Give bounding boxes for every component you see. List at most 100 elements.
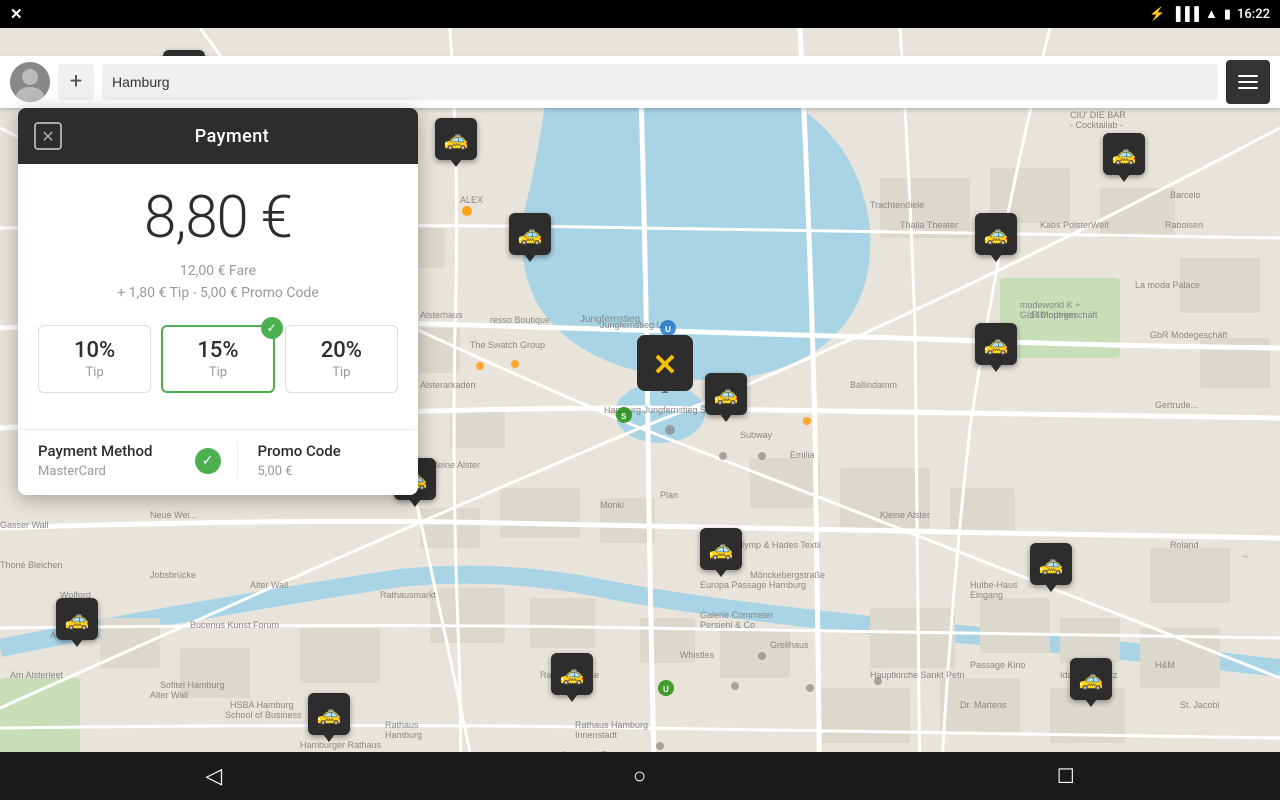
svg-text:Rathaus: Rathaus [385, 720, 419, 730]
promo-code-col[interactable]: Promo Code 5,00 € [258, 442, 399, 479]
svg-text:La moda Palace: La moda Palace [1135, 280, 1200, 290]
destination-input[interactable] [102, 64, 1218, 100]
svg-text:Alter Wall: Alter Wall [150, 690, 188, 700]
bluetooth-icon: ⚡ [1149, 7, 1165, 22]
svg-text:School of Business: School of Business [225, 710, 302, 720]
svg-text:Monki: Monki [600, 500, 624, 510]
svg-text:Innenstadt: Innenstadt [575, 730, 618, 740]
tip-row: 10% Tip 15% Tip ✓ 20% Tip [38, 325, 398, 393]
svg-text:Hulbe-Haus: Hulbe-Haus [970, 580, 1018, 590]
svg-text:S: S [621, 412, 627, 421]
svg-text:Jobsbrücke: Jobsbrücke [150, 570, 196, 580]
svg-text:Eingang: Eingang [970, 590, 1003, 600]
svg-text:HSBA Hamburg: HSBA Hamburg [230, 700, 294, 710]
svg-text:Thalia Theater: Thalia Theater [900, 220, 958, 230]
svg-text:U: U [663, 685, 669, 694]
svg-text:Kleine Alster: Kleine Alster [880, 510, 930, 520]
tip-20-button[interactable]: 20% Tip [285, 325, 398, 393]
close-button[interactable]: ✕ [34, 122, 62, 150]
svg-text:Hamburger Rathaus: Hamburger Rathaus [300, 740, 382, 750]
taxi-icon: 🚕 [1070, 658, 1112, 700]
menu-line [1238, 81, 1258, 83]
payment-method-col[interactable]: Payment Method MasterCard [38, 442, 179, 479]
svg-text:Alsterarkaden: Alsterarkaden [420, 380, 476, 390]
tip-20-wrapper: 20% Tip [285, 325, 398, 393]
close-app-icon[interactable]: ✕ [10, 5, 23, 23]
svg-text:Thoné Bleichen: Thoné Bleichen [0, 560, 63, 570]
payment-method-value: MasterCard [38, 464, 179, 479]
top-bar: + [0, 56, 1280, 108]
svg-text:Plan: Plan [660, 490, 678, 500]
menu-line [1238, 87, 1258, 89]
svg-text:The Swatch Group: The Swatch Group [470, 340, 545, 350]
back-button[interactable]: ◁ [205, 764, 222, 789]
recents-button[interactable]: ☐ [1057, 764, 1075, 788]
menu-line [1238, 75, 1258, 77]
svg-text:Passage Kino: Passage Kino [970, 660, 1026, 670]
fare-breakdown: 12,00 € Fare + 1,80 € Tip - 5,00 € Promo… [38, 260, 398, 305]
svg-text:Persiehl & Co: Persiehl & Co [700, 620, 755, 630]
taxi-icon: 🚕 [1103, 133, 1145, 175]
signal-icon: ▐▐▐ [1171, 6, 1199, 22]
svg-text:Ballindamm: Ballindamm [850, 380, 897, 390]
svg-text:St. Jacobi: St. Jacobi [1180, 700, 1220, 710]
time-display: 16:22 [1237, 7, 1270, 22]
svg-text:CIU' DIE BAR: CIU' DIE BAR [1070, 110, 1126, 120]
svg-text:→: → [1240, 550, 1249, 560]
svg-text:Mönckebergstraße: Mönckebergstraße [750, 570, 825, 580]
fare-amount: 8,80 € [38, 184, 398, 252]
taxi-icon: 🚕 [700, 528, 742, 570]
svg-text:GbR Modegeschäft: GbR Modegeschäft [1020, 310, 1098, 320]
taxi-icon: 🚕 [551, 653, 593, 695]
svg-text:Roland: Roland [1170, 540, 1199, 550]
tip-20-percent: 20% [321, 338, 362, 363]
tip-10-percent: 10% [74, 338, 115, 363]
svg-text:Jungfernstieg U: Jungfernstieg U [600, 320, 663, 330]
svg-text:Hauptkirche Sankt Petri: Hauptkirche Sankt Petri [870, 670, 965, 680]
tip-10-button[interactable]: 10% Tip [38, 325, 151, 393]
breakdown-label: + 1,80 € Tip - 5,00 € Promo Code [38, 282, 398, 304]
status-bar: ✕ ⚡ ▐▐▐ ▲ ▮ 16:22 [0, 0, 1280, 28]
taxi-icon: 🚕 [308, 693, 350, 735]
payment-footer: Payment Method MasterCard ✓ Promo Code 5… [18, 429, 418, 495]
taxi-icon: 🚕 [435, 118, 477, 160]
check-icon: ✓ [195, 448, 221, 474]
payment-panel: ✕ Payment 8,80 € 12,00 € Fare + 1,80 € T… [18, 108, 418, 495]
svg-text:Rathaus Hamburg: Rathaus Hamburg [575, 720, 648, 730]
tip-15-percent: 15% [197, 338, 238, 363]
svg-text:GbR Modegeschäft: GbR Modegeschäft [1150, 330, 1228, 340]
payment-method-check: ✓ [195, 442, 221, 479]
svg-text:H&M: H&M [1155, 660, 1175, 670]
divider [237, 442, 238, 479]
svg-text:Kleine Alster: Kleine Alster [430, 460, 480, 470]
svg-text:Europa Passage Hamburg: Europa Passage Hamburg [700, 580, 806, 590]
plus-icon: + [70, 71, 82, 93]
tip-15-button[interactable]: 15% Tip [161, 325, 274, 393]
nav-bar: ◁ ○ ☐ [0, 752, 1280, 800]
svg-text:Raboisen: Raboisen [1165, 220, 1203, 230]
add-stop-button[interactable]: + [58, 64, 94, 100]
payment-title: Payment [62, 126, 402, 147]
menu-button[interactable] [1226, 60, 1270, 104]
svg-text:modeworld K +: modeworld K + [1020, 300, 1080, 310]
svg-text:Subway: Subway [740, 430, 773, 440]
tip-15-label: Tip [209, 365, 227, 380]
svg-text:Emilia: Emilia [790, 450, 815, 460]
taxi-icon: 🚕 [56, 598, 98, 640]
svg-text:✕: ✕ [652, 349, 677, 382]
close-icon: ✕ [41, 127, 54, 146]
taxi-icon: 🚕 [975, 213, 1017, 255]
payment-body: 8,80 € 12,00 € Fare + 1,80 € Tip - 5,00 … [18, 164, 418, 429]
center-marker: ✕ [635, 333, 695, 393]
tip-selected-check: ✓ [261, 317, 283, 339]
promo-code-value: 5,00 € [258, 464, 399, 479]
tip-10-label: Tip [86, 365, 104, 380]
svg-text:- Cocktailab -: - Cocktailab - [1070, 120, 1123, 130]
promo-code-label: Promo Code [258, 442, 399, 460]
svg-text:Kabs PolsterWelt: Kabs PolsterWelt [1040, 220, 1109, 230]
svg-text:Dr. Martens: Dr. Martens [960, 700, 1007, 710]
svg-text:Sofitel Hamburg: Sofitel Hamburg [160, 680, 225, 690]
svg-text:Alsterhaus: Alsterhaus [420, 310, 463, 320]
avatar[interactable] [10, 62, 50, 102]
home-button[interactable]: ○ [633, 763, 646, 789]
